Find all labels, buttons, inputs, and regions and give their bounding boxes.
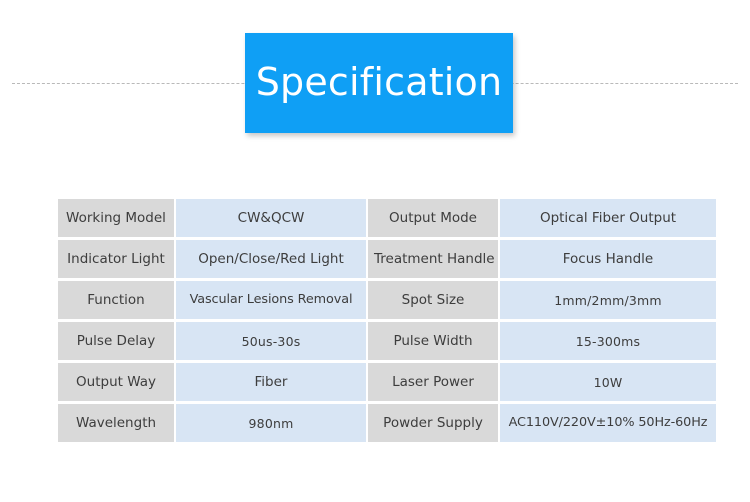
spec-label: Working Model [58,199,174,237]
spec-value: 10W [500,363,716,401]
spec-label: Laser Power [368,363,498,401]
table-row: Output Way Fiber Laser Power 10W [58,363,716,401]
spec-label: Indicator Light [58,240,174,278]
spec-label: Powder Supply [368,404,498,442]
spec-value: Vascular Lesions Removal [176,281,366,319]
table-row: Function Vascular Lesions Removal Spot S… [58,281,716,319]
spec-value: 980nm [176,404,366,442]
spec-label: Wavelength [58,404,174,442]
spec-value: Fiber [176,363,366,401]
specification-table-body: Working Model CW&QCW Output Mode Optical… [58,199,716,442]
table-row: Wavelength 980nm Powder Supply AC110V/22… [58,404,716,442]
spec-label: Spot Size [368,281,498,319]
spec-value: Open/Close/Red Light [176,240,366,278]
spec-value: 50us-30s [176,322,366,360]
spec-label: Treatment Handle [368,240,498,278]
table-row: Working Model CW&QCW Output Mode Optical… [58,199,716,237]
spec-label: Pulse Delay [58,322,174,360]
header-banner-area: Specification [0,0,750,170]
spec-label: Output Mode [368,199,498,237]
spec-value: Optical Fiber Output [500,199,716,237]
spec-value: Focus Handle [500,240,716,278]
spec-label: Pulse Width [368,322,498,360]
spec-value: 1mm/2mm/3mm [500,281,716,319]
spec-value: AC110V/220V±10% 50Hz-60Hz [500,404,716,442]
table-row: Indicator Light Open/Close/Red Light Tre… [58,240,716,278]
specification-table: Working Model CW&QCW Output Mode Optical… [56,196,718,445]
spec-label: Output Way [58,363,174,401]
spec-value: CW&QCW [176,199,366,237]
specification-page: Specification Working Model CW&QCW Outpu… [0,0,750,502]
specification-banner: Specification [245,33,513,133]
table-row: Pulse Delay 50us-30s Pulse Width 15-300m… [58,322,716,360]
spec-value: 15-300ms [500,322,716,360]
page-title: Specification [255,60,503,104]
spec-label: Function [58,281,174,319]
